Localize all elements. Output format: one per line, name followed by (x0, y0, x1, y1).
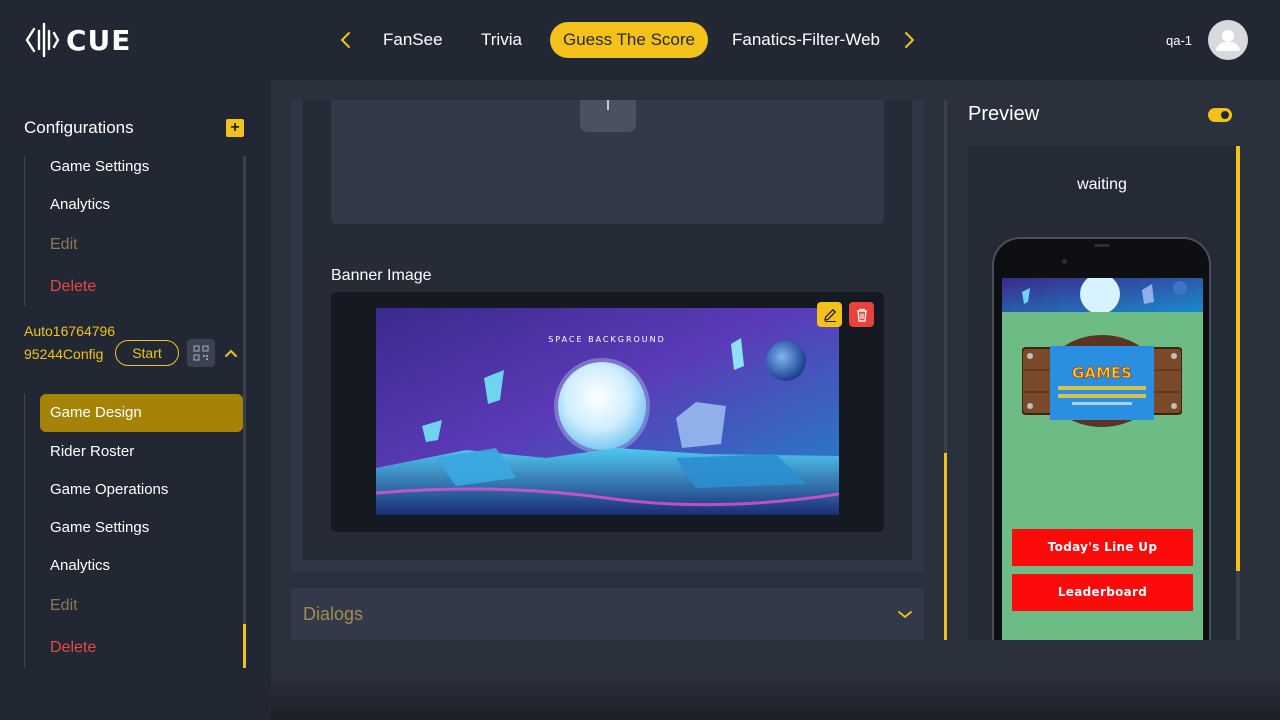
top-header: CUE FanSee Trivia Guess The Score Fanati… (0, 0, 1280, 80)
games-logo-text: GAMES (1072, 364, 1132, 382)
start-button[interactable]: Start (115, 340, 179, 366)
games-logo: GAMES (1022, 334, 1182, 429)
preview-scrollbar-thumb[interactable] (1236, 146, 1240, 571)
sidebar-item-analytics-2[interactable]: Analytics (50, 557, 110, 574)
pencil-icon (823, 308, 836, 322)
qr-code-button[interactable] (187, 339, 215, 367)
sidebar-item-edit-2[interactable]: Edit (50, 597, 78, 615)
sidebar-item-delete-2[interactable]: Delete (50, 639, 96, 657)
delete-banner-button[interactable] (849, 302, 874, 327)
config-name[interactable]: Auto1676479695244Config (24, 320, 116, 365)
tree-line (24, 156, 25, 306)
user-avatar-icon (1216, 30, 1240, 51)
configurations-title: Configurations (24, 118, 134, 137)
nav-tab-fansee[interactable]: FanSee (383, 22, 443, 58)
preview-status: waiting (1077, 176, 1127, 193)
sidebar-item-game-design[interactable]: Game Design (40, 394, 243, 432)
add-configuration-button[interactable]: + (226, 119, 244, 137)
sidebar-item-delete[interactable]: Delete (50, 278, 96, 296)
tree-line (24, 394, 25, 668)
phone-camera (1062, 259, 1067, 264)
sidebar: Configurations + Game Settings Analytics… (0, 80, 271, 720)
nav-next-button[interactable] (897, 28, 921, 52)
trash-icon (856, 308, 867, 322)
phone-speaker (1094, 244, 1110, 247)
sidebar-item-game-operations[interactable]: Game Operations (50, 481, 168, 498)
preview-toggle[interactable] (1208, 108, 1232, 122)
banner-image-text: SPACE BACKGROUND (548, 335, 666, 344)
dialogs-accordion[interactable]: Dialogs (291, 588, 924, 640)
nav-tab-fanatics-filter-web[interactable]: Fanatics-Filter-Web (732, 22, 880, 58)
cue-logo-icon (25, 22, 60, 58)
todays-line-up-button[interactable]: Today's Line Up (1012, 529, 1193, 566)
chevron-up-icon (225, 349, 237, 357)
user-name: qa-1 (1166, 33, 1193, 48)
sidebar-item-game-settings[interactable]: Game Settings (50, 158, 149, 175)
app-logo[interactable]: CUE (24, 20, 131, 60)
collapse-config-button[interactable] (222, 344, 240, 362)
nav-tab-trivia[interactable]: Trivia (481, 22, 522, 58)
sidebar-scrollbar-thumb[interactable] (243, 624, 246, 668)
footer-fade (271, 676, 1280, 720)
main-scrollbar-thumb[interactable] (944, 453, 947, 640)
phone-screen: GAMES Today's Line Up Leaderboard (1002, 278, 1203, 640)
sidebar-scrollbar[interactable] (243, 156, 246, 668)
user-avatar[interactable] (1208, 20, 1248, 60)
upload-handle[interactable] (580, 100, 636, 132)
nav-tab-guess-the-score[interactable]: Guess The Score (550, 22, 708, 58)
dialogs-label: Dialogs (303, 604, 364, 624)
chevron-left-icon (340, 32, 350, 48)
sidebar-item-analytics[interactable]: Analytics (50, 196, 110, 213)
sidebar-item-edit[interactable]: Edit (50, 236, 78, 254)
chevron-right-icon (905, 32, 915, 48)
plus-icon: + (230, 119, 240, 136)
phone-banner-image (1002, 278, 1203, 312)
edit-banner-button[interactable] (817, 302, 842, 327)
sidebar-item-game-settings-2[interactable]: Game Settings (50, 519, 149, 536)
qr-code-icon (193, 345, 209, 361)
sidebar-item-rider-roster[interactable]: Rider Roster (50, 443, 134, 460)
nav-prev-button[interactable] (334, 28, 358, 52)
chevron-down-icon (895, 604, 915, 624)
preview-title: Preview (968, 103, 1040, 125)
banner-image-label: Banner Image (331, 267, 432, 284)
banner-image: SPACE BACKGROUND (376, 308, 839, 515)
logo-text: CUE (66, 23, 132, 57)
leaderboard-button[interactable]: Leaderboard (1012, 574, 1193, 611)
